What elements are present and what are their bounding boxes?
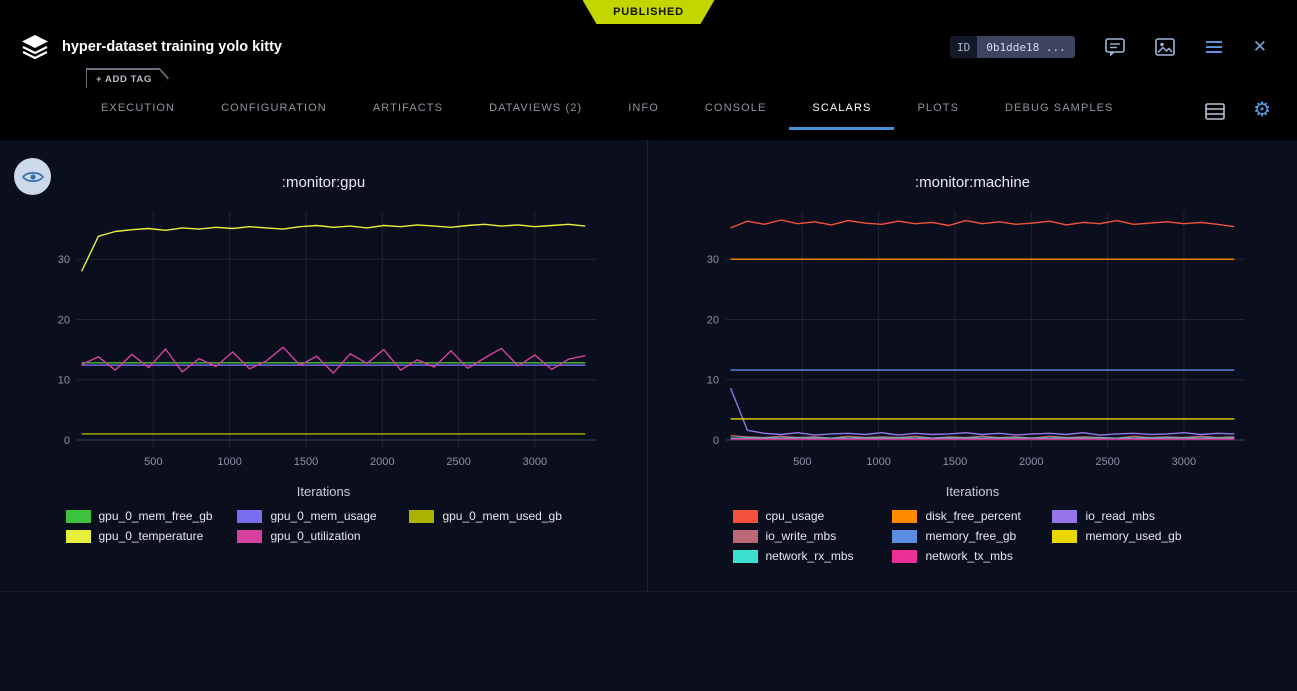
experiment-id-badge[interactable]: ID 0b1dde18 ... [950,36,1075,58]
machine-chart-plot[interactable]: 0 10 20 30 500 1000 1500 2000 2500 3000 [690,203,1255,475]
legend-label: gpu_0_mem_used_gb [442,509,561,523]
legend-swatch [892,530,917,543]
gpu-chart-title: :monitor:gpu [0,174,647,191]
legend-swatch [409,510,434,523]
legend-swatch [1052,530,1077,543]
gpu-chart-plot[interactable]: 0 10 20 30 500 1000 1500 2000 2500 3000 [41,203,606,475]
svg-text:20: 20 [707,315,719,327]
legend-item-memory_used_gb[interactable]: memory_used_gb [1052,529,1212,543]
legend-item-gpu_0_mem_used_gb[interactable]: gpu_0_mem_used_gb [409,509,581,523]
image-icon[interactable] [1155,38,1175,56]
svg-text:1500: 1500 [943,456,967,468]
tab-console[interactable]: CONSOLE [682,88,790,130]
experiment-title: hyper-dataset training yolo kitty [62,39,282,55]
table-view-icon[interactable] [1205,103,1225,130]
close-icon[interactable]: ✕ [1253,37,1267,57]
menu-icon[interactable] [1205,40,1223,54]
eye-icon [22,170,44,184]
machine-chart-legend: cpu_usage disk_free_percent io_read_mbs io_… [733,509,1213,569]
legend-swatch [733,550,758,563]
svg-text:500: 500 [793,456,811,468]
svg-text:3000: 3000 [1172,456,1196,468]
legend-label: gpu_0_mem_free_gb [99,509,213,523]
svg-text:2500: 2500 [446,456,470,468]
svg-text:2000: 2000 [1019,456,1043,468]
svg-text:10: 10 [707,375,719,387]
gpu-chart-panel: :monitor:gpu 0 10 20 30 500 1000 1500 2000 2500 3… [0,140,648,591]
legend-swatch [1052,510,1077,523]
clearml-logo [20,34,50,60]
tab-debug-samples[interactable]: DEBUG SAMPLES [982,88,1136,130]
tab-bar-items: EXECUTIONCONFIGURATIONARTIFACTSDATAVIEWS… [78,88,1136,130]
tab-bar: EXECUTIONCONFIGURATIONARTIFACTSDATAVIEWS… [0,88,1297,130]
gpu-chart-legend: gpu_0_mem_free_gb gpu_0_mem_usage gpu_0_me… [66,509,582,549]
legend-label: memory_used_gb [1085,529,1181,543]
tab-configuration[interactable]: CONFIGURATION [198,88,350,130]
legend-swatch [237,510,262,523]
svg-text:0: 0 [64,435,70,447]
legend-item-io_write_mbs[interactable]: io_write_mbs [733,529,893,543]
svg-text:30: 30 [58,254,70,266]
status-ribbon: PUBLISHED [583,0,715,24]
legend-item-memory_free_gb[interactable]: memory_free_gb [892,529,1052,543]
svg-text:0: 0 [713,435,719,447]
legend-swatch [733,530,758,543]
legend-label: disk_free_percent [925,509,1020,523]
legend-swatch [66,530,91,543]
legend-swatch [892,510,917,523]
legend-item-disk_free_percent[interactable]: disk_free_percent [892,509,1052,523]
machine-chart-panel: :monitor:machine 0 10 20 30 500 1000 1500 2000 2… [648,140,1297,591]
legend-item-gpu_0_temperature[interactable]: gpu_0_temperature [66,529,238,543]
gpu-x-axis-title: Iterations [0,484,647,499]
legend-swatch [237,530,262,543]
legend-label: gpu_0_utilization [270,529,360,543]
settings-gear-icon[interactable]: ⚙ [1253,100,1271,130]
legend-item-gpu_0_utilization[interactable]: gpu_0_utilization [237,529,409,543]
svg-text:1000: 1000 [217,456,241,468]
legend-swatch [892,550,917,563]
svg-text:3000: 3000 [523,456,547,468]
legend-item-network_tx_mbs[interactable]: network_tx_mbs [892,549,1052,563]
tab-scalars[interactable]: SCALARS [789,88,894,130]
legend-label: network_tx_mbs [925,549,1012,563]
machine-x-axis-title: Iterations [648,484,1297,499]
svg-text:2500: 2500 [1095,456,1119,468]
legend-swatch [733,510,758,523]
tab-artifacts[interactable]: ARTIFACTS [350,88,466,130]
legend-label: gpu_0_mem_usage [270,509,376,523]
legend-label: io_read_mbs [1085,509,1154,523]
legend-label: gpu_0_temperature [99,529,204,543]
visibility-eye-button[interactable] [14,158,51,195]
tab-execution[interactable]: EXECUTION [78,88,198,130]
tab-plots[interactable]: PLOTS [894,88,982,130]
add-tag-button[interactable]: + ADD TAG [86,68,169,88]
svg-text:1500: 1500 [294,456,318,468]
legend-item-io_read_mbs[interactable]: io_read_mbs [1052,509,1212,523]
id-label: ID [950,36,977,58]
legend-item-gpu_0_mem_free_gb[interactable]: gpu_0_mem_free_gb [66,509,238,523]
experiment-header: PUBLISHED hyper-dataset training yolo ki… [0,0,1297,140]
svg-text:20: 20 [58,315,70,327]
legend-swatch [66,510,91,523]
machine-chart-title: :monitor:machine [648,174,1297,191]
svg-text:2000: 2000 [370,456,394,468]
legend-label: cpu_usage [766,509,825,523]
comment-icon[interactable] [1105,38,1125,57]
svg-text:1000: 1000 [866,456,890,468]
legend-label: io_write_mbs [766,529,837,543]
svg-text:10: 10 [58,375,70,387]
scalars-content: :monitor:gpu 0 10 20 30 500 1000 1500 2000 2500 3… [0,140,1297,691]
legend-item-cpu_usage[interactable]: cpu_usage [733,509,893,523]
legend-item-gpu_0_mem_usage[interactable]: gpu_0_mem_usage [237,509,409,523]
id-value: 0b1dde18 ... [977,36,1074,58]
legend-item-network_rx_mbs[interactable]: network_rx_mbs [733,549,893,563]
tab-info[interactable]: INFO [605,88,682,130]
tab-dataviews-2[interactable]: DATAVIEWS (2) [466,88,605,130]
svg-text:500: 500 [144,456,162,468]
legend-label: network_rx_mbs [766,549,854,563]
legend-label: memory_free_gb [925,529,1016,543]
svg-text:30: 30 [707,254,719,266]
